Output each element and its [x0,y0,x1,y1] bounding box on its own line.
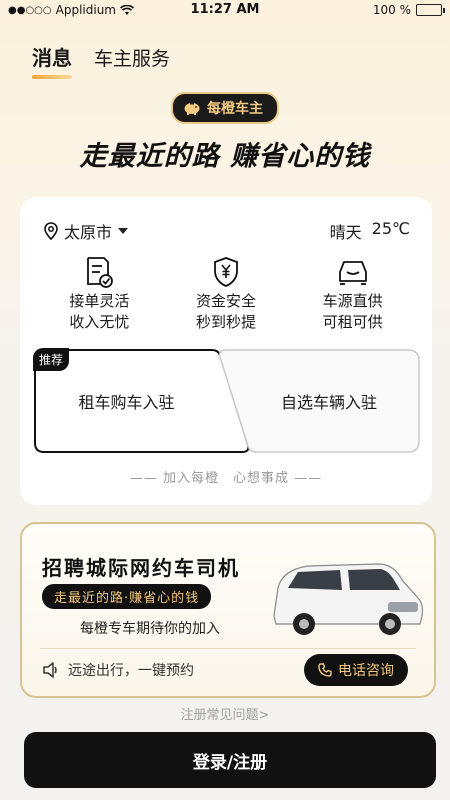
feature-list: 接单灵活 收入无忧 资金安全 秒到秒提 车源直供 可租可供 [20,255,432,333]
weather-condition: 晴天 [329,223,362,242]
status-bar: ●●○○○ Applidium 11:27 AM 100 % [0,0,450,20]
tab-messages[interactable]: 消息 [32,42,72,79]
feature-line2: 可租可供 [322,313,383,331]
battery-label: 100 % [372,3,411,17]
feature-item: 接单灵活 收入无忧 [44,255,154,333]
mpv-car-image [273,563,424,635]
booking-row: 远途出行，一键预约 [42,660,194,680]
main-card: 太原市 晴天 25℃ 接单灵活 收入无忧 资金安全 秒到秒提 车源直供 可租可供… [20,197,432,505]
top-tabs: 消息 车主服务 [32,42,170,79]
rent-buy-label: 租车购车入驻 [78,393,175,412]
recruit-divider [40,648,416,649]
document-check-icon [87,257,114,288]
feature-line2: 收入无忧 [69,313,130,331]
feature-line1: 接单灵活 [69,292,130,310]
phone-consult-button[interactable]: 电话咨询 [304,654,408,686]
weather-info: 晴天 25℃ [330,219,410,243]
join-slogan: —— 加入每橙 心想事成 —— [129,471,323,486]
battery-icon [416,4,445,16]
rent-buy-option[interactable]: 推荐 租车购车入驻 [33,348,238,453]
join-options: 推荐 租车购车入驻 自选车辆入驻 [33,348,420,453]
feature-line1: 车源直供 [322,292,383,310]
feature-item: 资金安全 秒到秒提 [171,255,281,333]
recruit-slogan: 走最近的路·赚省心的钱 [42,584,212,609]
login-register-button[interactable]: 登录/注册 [24,732,436,788]
speaker-icon [43,662,57,678]
caret-down-icon [118,228,129,234]
own-car-option[interactable]: 自选车辆入驻 [220,349,420,453]
piggy-bank-icon [184,103,200,115]
recruit-title: 招聘城际网约车司机 [42,556,240,580]
brand-badge-label: 每橙车主 [207,101,263,117]
recruit-subtitle: 每橙专车期待你的加入 [80,621,220,637]
yuan-shield-icon [214,257,238,287]
weather-temp: 25℃ [371,219,410,238]
phone-icon [318,663,332,677]
own-car-label: 自选车辆入驻 [280,393,377,412]
phone-consult-label: 电话咨询 [338,663,394,679]
booking-text: 远途出行，一键预约 [68,663,194,679]
headline: 走最近的路 赚省心的钱 [79,141,371,172]
feature-line2: 秒到秒提 [195,313,256,331]
location-pin-icon [44,222,58,240]
recruit-banner[interactable]: 招聘城际网约车司机 走最近的路·赚省心的钱 每橙专车期待你的加入 远途出行，一键… [20,522,436,698]
recommend-tag: 推荐 [33,348,70,371]
tab-owner-services[interactable]: 车主服务 [94,44,170,79]
feature-line1: 资金安全 [195,292,256,310]
city-label: 太原市 [64,223,113,242]
location-selector[interactable]: 太原市 [44,219,129,243]
brand-badge: 每橙车主 [171,92,279,124]
car-icon [338,261,367,285]
feature-item: 车源直供 可租可供 [298,255,408,333]
status-right: 100 % [372,3,445,17]
faq-link[interactable]: 注册常见问题> [0,704,450,723]
